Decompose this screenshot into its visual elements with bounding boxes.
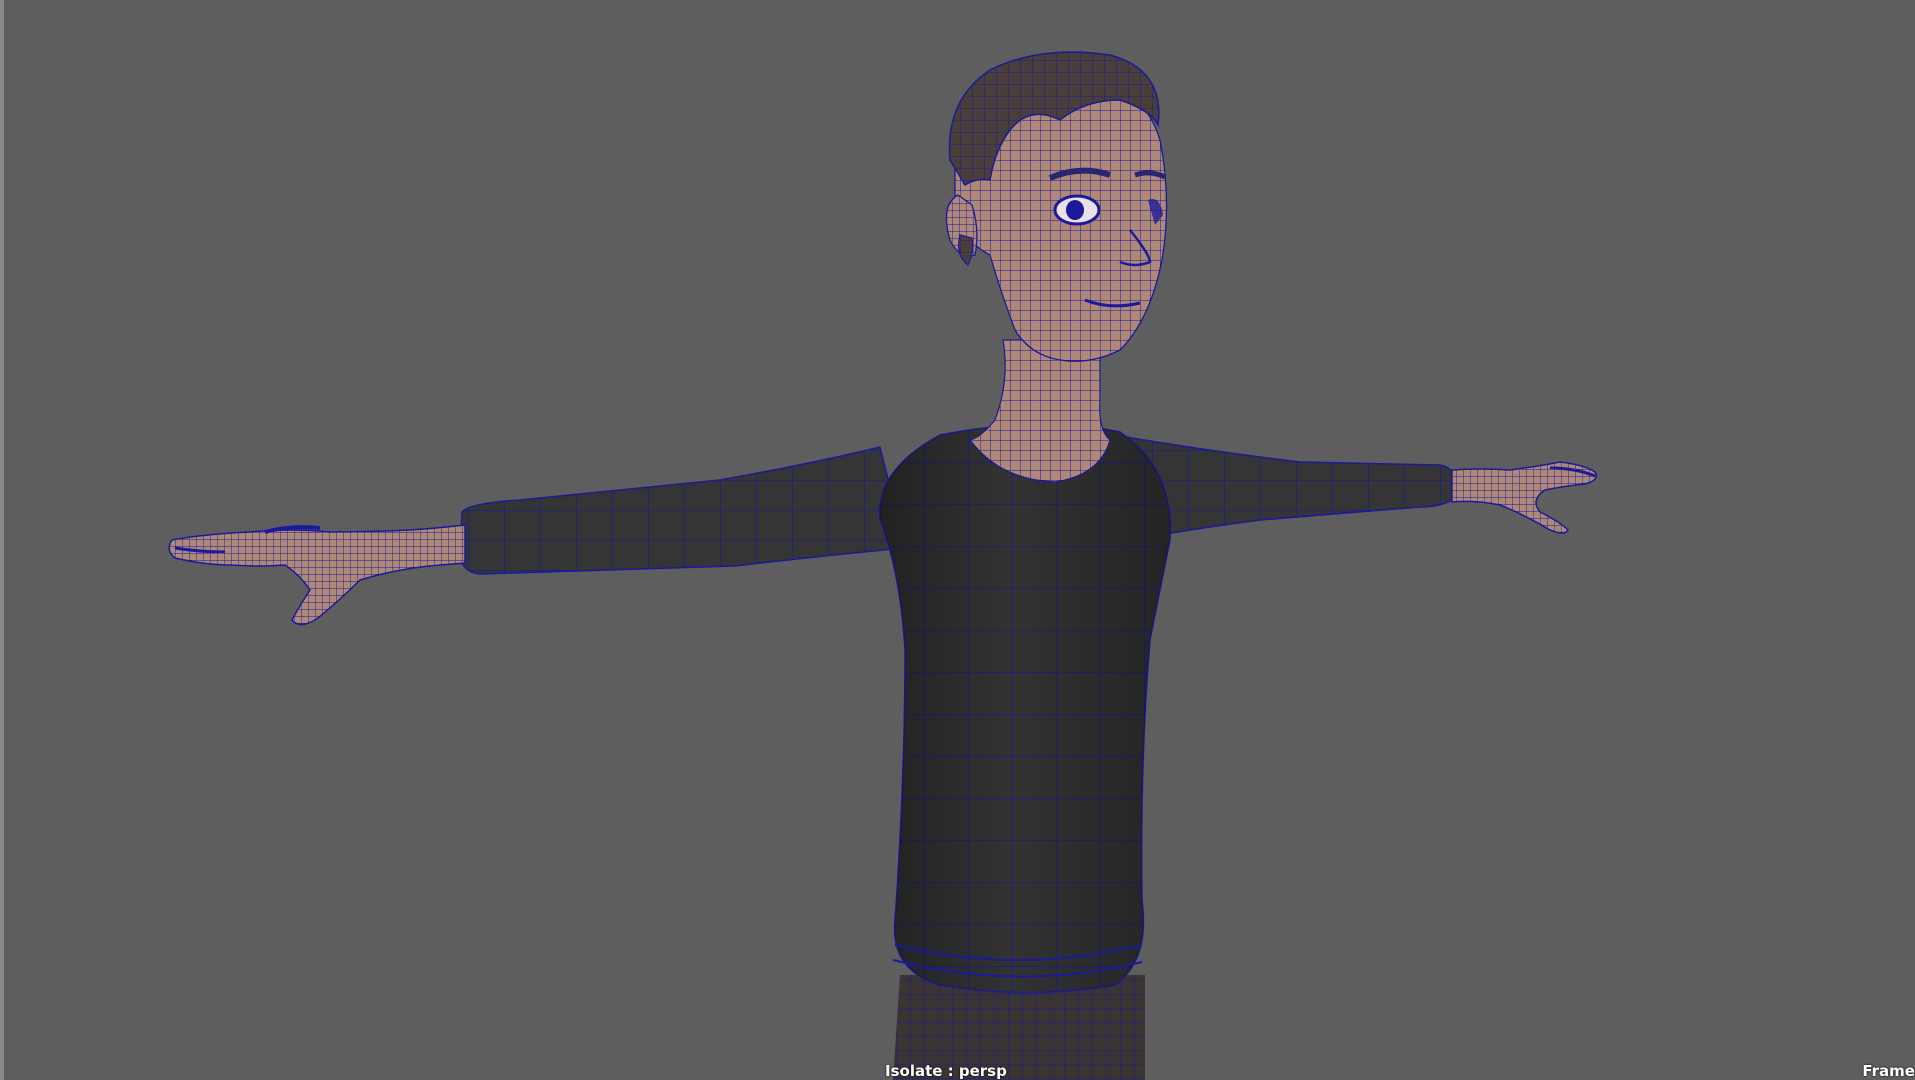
neck-mesh[interactable]	[968, 339, 1111, 483]
left-hand-mesh[interactable]	[168, 524, 466, 626]
left-sleeve-mesh[interactable]	[459, 446, 906, 575]
frame-label: Frame	[1862, 1062, 1915, 1080]
isolate-camera-label: Isolate : persp	[885, 1062, 1007, 1080]
scene-canvas[interactable]	[0, 0, 1915, 1080]
3d-viewport[interactable]: Isolate : persp Frame	[0, 0, 1915, 1080]
shirt-mesh[interactable]	[878, 423, 1172, 994]
right-hand-mesh[interactable]	[1451, 461, 1597, 534]
